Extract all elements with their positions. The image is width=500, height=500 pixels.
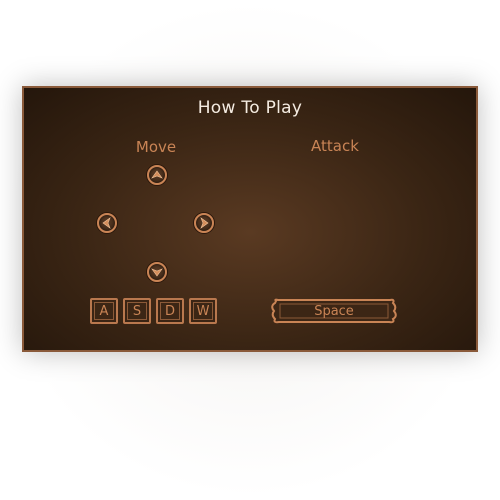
attack-label: Attack [311,137,359,155]
key-a[interactable]: A [90,298,118,324]
arrow-right-button[interactable] [194,213,214,233]
arrow-down-button[interactable] [147,262,167,282]
key-d[interactable]: D [156,298,184,324]
arrow-down-icon [151,268,163,277]
space-key-label: Space [314,303,354,319]
panel-title: How To Play [197,98,303,118]
key-s[interactable]: S [123,298,151,324]
key-w[interactable]: W [189,298,217,324]
move-label: Move [135,138,177,156]
arrow-left-button[interactable] [97,213,117,233]
game-stage: How To Play Move Attack A S D W Space [0,0,500,500]
arrow-right-icon [200,217,209,229]
arrow-left-icon [102,217,111,229]
arrow-up-button[interactable] [147,165,167,185]
space-key[interactable]: Space [270,298,398,324]
arrow-up-icon [151,170,163,179]
how-to-play-panel: How To Play Move Attack A S D W Space [22,86,478,352]
